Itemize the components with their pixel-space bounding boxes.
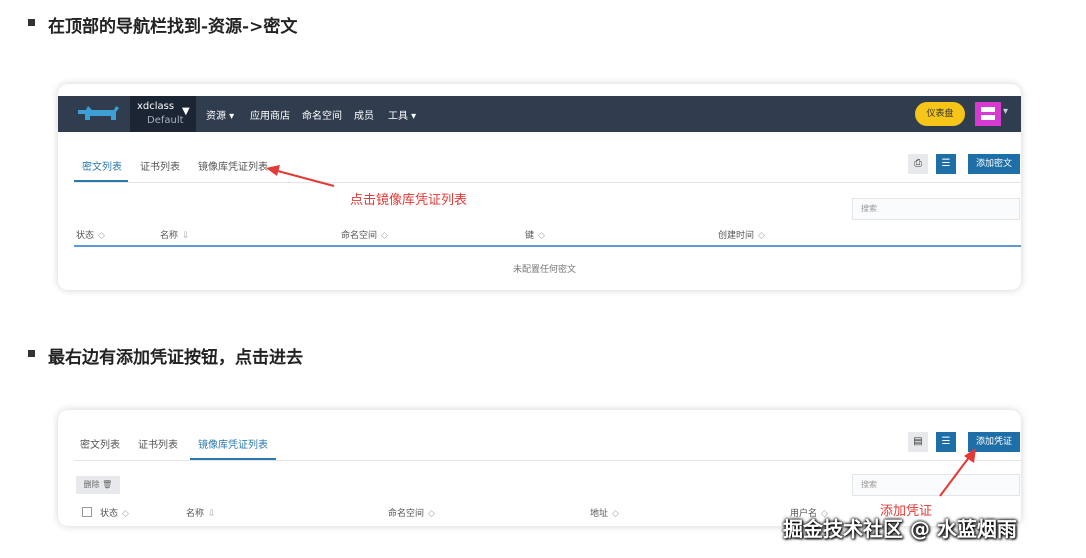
search-input[interactable]: 搜索 bbox=[852, 474, 1020, 496]
add-credential-button[interactable]: 添加凭证 bbox=[968, 432, 1020, 452]
top-nav-bar: xdclass Default ▼ 资源 ▾ 应用商店 命名空间 成员 工具 ▾… bbox=[58, 96, 1021, 132]
column-name[interactable]: 名称 ⇩ bbox=[160, 228, 190, 241]
column-namespace[interactable]: 命名空间 ◇ bbox=[341, 228, 388, 241]
delete-button[interactable]: 删除 🗑 bbox=[76, 476, 120, 494]
watermark: 掘金技术社区 @ 水蓝烟雨 bbox=[783, 517, 1017, 541]
annotation-click-registry-list: 点击镜像库凭证列表 bbox=[350, 193, 468, 208]
tab-divider bbox=[74, 460, 1021, 461]
column-address[interactable]: 地址 ◇ bbox=[590, 506, 619, 519]
nav-resources[interactable]: 资源 ▾ bbox=[206, 107, 234, 122]
grouping-icon[interactable]: ☰ bbox=[936, 154, 956, 174]
print-icon[interactable]: ⎙ bbox=[908, 154, 928, 174]
cluster-name: xdclass bbox=[137, 101, 175, 112]
cluster-selector[interactable]: xdclass Default ▼ bbox=[130, 96, 196, 132]
column-created[interactable]: 创建时间 ◇ bbox=[718, 228, 765, 241]
column-keys[interactable]: 键 ◇ bbox=[525, 228, 545, 241]
column-state[interactable]: 状态 ◇ bbox=[76, 228, 105, 241]
screenshot-1: xdclass Default ▼ 资源 ▾ 应用商店 命名空间 成员 工具 ▾… bbox=[58, 84, 1021, 290]
column-namespace[interactable]: 命名空间 ◇ bbox=[388, 506, 435, 519]
nav-tools[interactable]: 工具 ▾ bbox=[388, 107, 416, 122]
nav-namespaces[interactable]: 命名空间 bbox=[302, 107, 342, 122]
tab-registry-credentials[interactable]: 镜像库凭证列表 bbox=[198, 436, 268, 451]
nav-app-store[interactable]: 应用商店 bbox=[250, 107, 290, 122]
column-state[interactable]: 状态 ◇ bbox=[100, 506, 129, 519]
search-input[interactable]: 搜索 bbox=[852, 198, 1020, 220]
tab-secrets[interactable]: 密文列表 bbox=[82, 158, 122, 173]
chevron-down-icon: ▼ bbox=[182, 106, 190, 117]
grouping-icon[interactable]: ☰ bbox=[936, 432, 956, 452]
avatar-chevron-icon[interactable]: ▾ bbox=[1003, 106, 1008, 117]
tab-certificates[interactable]: 证书列表 bbox=[138, 436, 178, 451]
screenshot-2: 密文列表 证书列表 镜像库凭证列表 ▤ ☰ 添加凭证 搜索 删除 🗑 状态 ◇ 名… bbox=[58, 410, 1021, 526]
print-icon[interactable]: ▤ bbox=[908, 432, 928, 452]
add-secret-button[interactable]: 添加密文 bbox=[968, 154, 1020, 174]
project-name: Default bbox=[147, 115, 184, 126]
step-2-text: 最右边有添加凭证按钮，点击进去 bbox=[48, 348, 303, 368]
dashboard-button[interactable]: 仪表盘 bbox=[915, 102, 965, 126]
bullet-2 bbox=[28, 350, 35, 357]
table-header-border bbox=[74, 245, 1021, 247]
avatar[interactable] bbox=[975, 102, 1001, 126]
select-all-checkbox[interactable] bbox=[82, 507, 92, 517]
tab-divider bbox=[74, 182, 1021, 183]
nav-members[interactable]: 成员 bbox=[354, 107, 374, 122]
step-1-text: 在顶部的导航栏找到-资源->密文 bbox=[48, 17, 298, 37]
tab-certificates[interactable]: 证书列表 bbox=[140, 158, 180, 173]
tab-secrets[interactable]: 密文列表 bbox=[80, 436, 120, 451]
rancher-logo-icon bbox=[78, 106, 119, 120]
column-name[interactable]: 名称 ⇩ bbox=[186, 506, 216, 519]
empty-table-message: 未配置任何密文 bbox=[513, 265, 577, 275]
bullet-1 bbox=[28, 19, 35, 26]
tab-registry-credentials[interactable]: 镜像库凭证列表 bbox=[198, 158, 268, 173]
